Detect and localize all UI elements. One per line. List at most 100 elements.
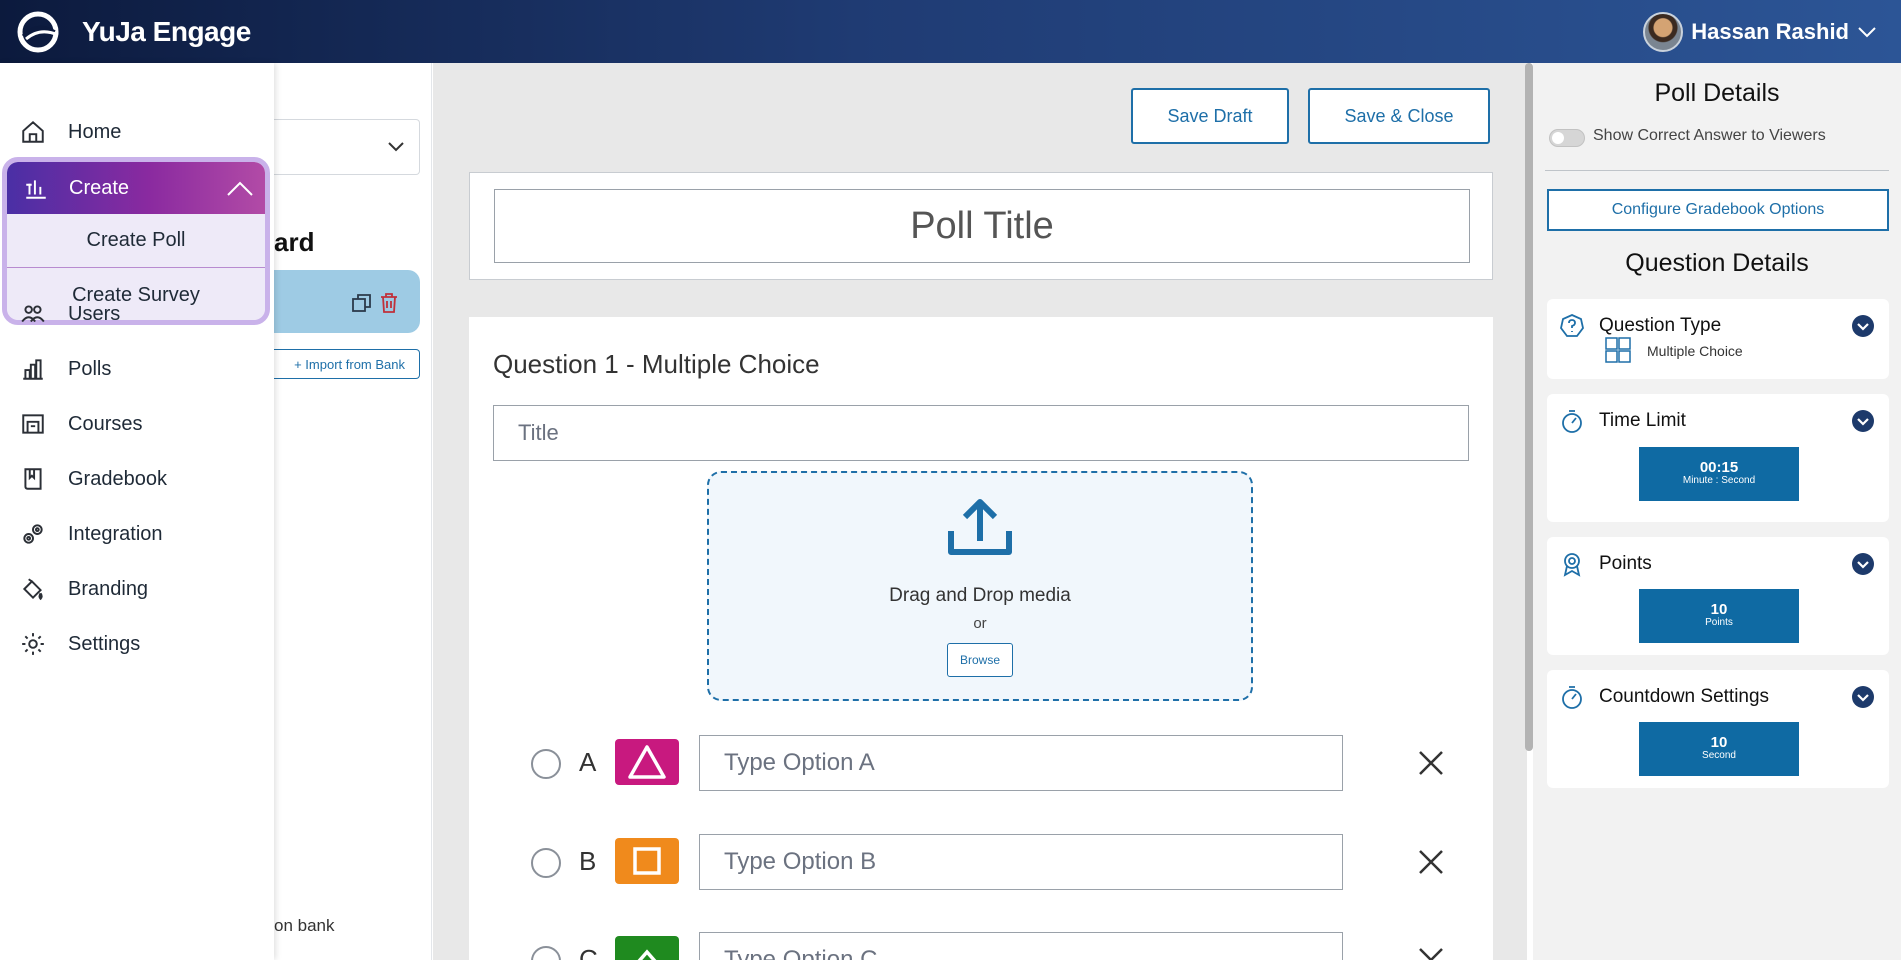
option-radio[interactable]	[531, 749, 561, 779]
countdown-unit: Second	[1702, 750, 1736, 761]
nav-item-home[interactable]: Home	[0, 112, 274, 152]
question-bank-link[interactable]: on bank	[274, 916, 335, 936]
question-list-panel: ard + Import from Bank on bank	[274, 63, 432, 960]
top-bar: YuJa Engage Hassan Rashid	[0, 0, 1901, 63]
question-type-title: Question Type	[1599, 315, 1722, 336]
timer-icon	[1562, 686, 1582, 709]
nav-item-gradebook[interactable]: Gradebook	[0, 459, 274, 499]
brand[interactable]: YuJa Engage	[14, 9, 251, 55]
option-letter: B	[579, 846, 597, 876]
chevron-down-icon[interactable]	[1852, 686, 1874, 708]
browse-button[interactable]: Browse	[947, 643, 1013, 677]
close-icon[interactable]	[1417, 749, 1445, 777]
nav-label: Home	[68, 120, 122, 143]
points-card[interactable]: Points 10 Points	[1547, 537, 1889, 655]
nav-item-create[interactable]: Create	[7, 162, 265, 214]
option-row: A Type Option A	[469, 735, 1493, 791]
nav-label: Integration	[68, 522, 163, 545]
nav-label: Gradebook	[68, 467, 167, 490]
courses-icon	[22, 414, 44, 434]
countdown-card[interactable]: Countdown Settings 10 Second	[1547, 670, 1889, 788]
points-unit: Points	[1705, 617, 1733, 628]
chevron-up-icon	[227, 181, 253, 196]
option-input[interactable]: Type Option B	[699, 834, 1343, 890]
option-letter: C	[579, 944, 598, 960]
points-value-box[interactable]: 10 Points	[1639, 589, 1799, 643]
question-title-input[interactable]: Title	[493, 405, 1469, 461]
side-nav: Home Create Create Poll Create Survey Us…	[0, 63, 274, 960]
option-input[interactable]: Type Option A	[699, 735, 1343, 791]
triangle-icon	[615, 739, 679, 785]
polls-icon	[23, 359, 43, 380]
option-radio[interactable]	[531, 946, 561, 960]
question-help-icon	[1560, 314, 1584, 337]
option-input[interactable]: Type Option C	[699, 932, 1343, 960]
poll-title-input[interactable]: Poll Title	[494, 189, 1470, 263]
integration-icon	[23, 524, 43, 544]
nav-item-settings[interactable]: Settings	[0, 624, 274, 664]
import-from-bank-button[interactable]: + Import from Bank	[274, 349, 420, 379]
countdown-title: Countdown Settings	[1599, 686, 1770, 707]
nav-label: Users	[68, 302, 121, 325]
chevron-down-icon[interactable]	[1852, 410, 1874, 432]
countdown-value-box[interactable]: 10 Second	[1639, 722, 1799, 776]
nav-label: Courses	[68, 412, 143, 435]
chevron-down-icon[interactable]	[1852, 315, 1874, 337]
question-heading: Question 1 - Multiple Choice	[493, 349, 820, 379]
user-menu[interactable]: Hassan Rashid	[1643, 11, 1887, 52]
trash-icon[interactable]	[378, 292, 400, 314]
poll-details-title: Poll Details	[1654, 79, 1780, 107]
option-row: B Type Option B	[469, 834, 1493, 890]
chevron-up-icon	[615, 936, 679, 960]
nav-label: Branding	[68, 577, 149, 600]
create-poll-item[interactable]: Create Poll	[7, 214, 265, 268]
media-dropzone[interactable]: Drag and Drop media or Browse	[707, 471, 1253, 701]
time-limit-value: 00:15	[1699, 459, 1739, 476]
time-limit-value-box[interactable]: 00:15 Minute : Second	[1639, 447, 1799, 501]
gear-icon	[22, 633, 44, 655]
multiple-choice-icon	[1605, 337, 1631, 363]
option-radio[interactable]	[531, 848, 561, 878]
close-icon[interactable]	[1417, 848, 1445, 876]
dropzone-text: Drag and Drop media	[889, 585, 1071, 606]
upload-icon	[948, 499, 1012, 555]
countdown-value: 10	[1710, 734, 1728, 751]
question-type-value: Multiple Choice	[1647, 343, 1743, 359]
question-details-title: Question Details	[1625, 249, 1809, 277]
app-name: YuJa Engage	[82, 15, 251, 47]
save-draft-button[interactable]: Save Draft	[1131, 88, 1289, 144]
create-chart-icon	[26, 180, 46, 199]
option-letter: A	[579, 747, 597, 777]
duplicate-icon[interactable]	[351, 292, 373, 314]
option-row: C Type Option C	[469, 932, 1493, 960]
nav-label: Create	[69, 176, 130, 199]
points-value: 10	[1710, 601, 1728, 618]
users-icon	[21, 305, 45, 323]
question-type-card[interactable]: Question Type Multiple Choice	[1547, 299, 1889, 379]
configure-gradebook-button[interactable]: Configure Gradebook Options	[1547, 189, 1889, 231]
nav-item-polls[interactable]: Polls	[0, 349, 274, 389]
home-icon	[22, 120, 44, 143]
save-close-button[interactable]: Save & Close	[1308, 88, 1490, 144]
question-card-editor: Question 1 - Multiple Choice Title Drag …	[469, 317, 1493, 960]
question-card[interactable]	[274, 270, 420, 333]
poll-editor: Save Draft Save & Close Poll Title Quest…	[433, 63, 1527, 960]
poll-title-card: Poll Title	[469, 172, 1493, 280]
nav-item-courses[interactable]: Courses	[0, 404, 274, 444]
chevron-down-icon[interactable]	[1852, 553, 1874, 575]
question-select[interactable]	[274, 119, 420, 175]
chevron-down-icon	[1858, 26, 1876, 37]
time-limit-title: Time Limit	[1599, 410, 1686, 431]
time-limit-card[interactable]: Time Limit 00:15 Minute : Second	[1547, 394, 1889, 522]
user-name: Hassan Rashid	[1691, 18, 1849, 44]
show-correct-toggle[interactable]	[1549, 129, 1585, 147]
nav-item-branding[interactable]: Branding	[0, 569, 274, 609]
gradebook-icon	[24, 468, 42, 490]
avatar	[1643, 11, 1684, 52]
divider	[1545, 170, 1889, 171]
nav-item-users[interactable]: Users	[0, 294, 274, 334]
nav-label: Polls	[68, 357, 112, 380]
nav-item-integration[interactable]: Integration	[0, 514, 274, 554]
close-icon[interactable]	[1417, 946, 1445, 960]
main-scrollbar[interactable]	[1525, 63, 1533, 751]
